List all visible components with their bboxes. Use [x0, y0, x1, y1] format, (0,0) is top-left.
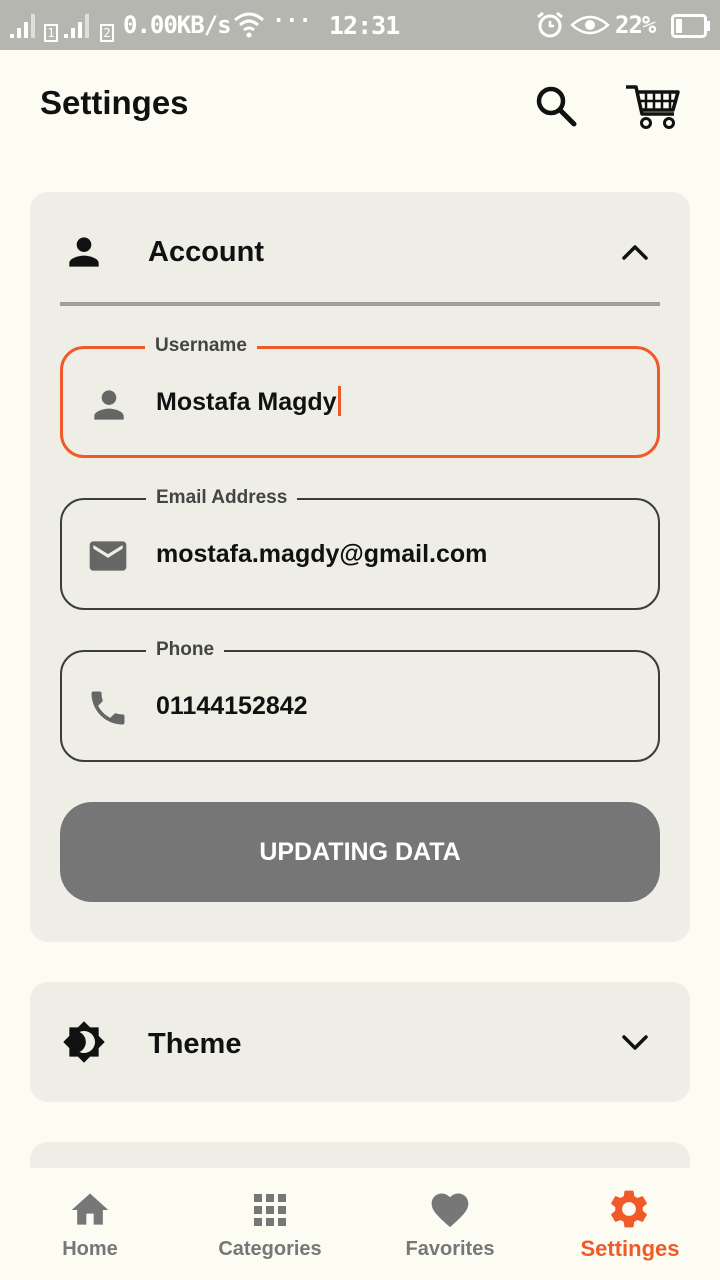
phone-icon: [86, 686, 130, 730]
person-icon: [62, 230, 106, 274]
clock: 12:31: [329, 11, 400, 40]
page-title: Settinges: [40, 84, 189, 121]
phone-field[interactable]: Phone 01144152842: [60, 638, 660, 762]
username-field[interactable]: Username Mostafa Magdy: [60, 334, 660, 458]
sim1-badge: 1: [44, 24, 58, 42]
divider: [60, 302, 660, 306]
nav-item-favorites[interactable]: Favorites: [360, 1168, 540, 1280]
nav-item-settings[interactable]: Settinges: [540, 1168, 720, 1280]
account-card: Account Username Mostafa Magdy Email Add…: [30, 192, 690, 942]
phone-input[interactable]: 01144152842: [156, 690, 308, 722]
chevron-down-icon[interactable]: [618, 1028, 652, 1056]
username-value: Mostafa Magdy: [156, 388, 337, 416]
network-speed: 0.00KB/s: [123, 11, 232, 39]
heart-icon: [428, 1188, 472, 1232]
email-input[interactable]: mostafa.magdy@gmail.com: [156, 538, 487, 570]
phone-label: Phone: [146, 638, 225, 662]
nav-item-categories[interactable]: Categories: [180, 1168, 360, 1280]
gear-icon: [606, 1186, 650, 1230]
theme-header[interactable]: Theme: [30, 982, 690, 1092]
more-dots: ···: [272, 9, 312, 34]
text-caret: [337, 386, 341, 417]
brightness-icon: [62, 1020, 106, 1064]
nav-label-favorites: Favorites: [405, 1238, 495, 1260]
search-icon[interactable]: [534, 84, 578, 128]
account-header[interactable]: Account: [30, 192, 690, 302]
alarm-icon: [536, 11, 564, 43]
wifi-icon: [233, 11, 265, 43]
battery-percent: 22%: [615, 11, 656, 39]
theme-title: Theme: [148, 1028, 242, 1060]
account-title: Account: [148, 236, 264, 268]
nav-label-categories: Categories: [218, 1238, 322, 1260]
sim2-badge: 2: [100, 24, 114, 42]
mail-icon: [86, 534, 130, 578]
battery-icon: [671, 14, 711, 42]
bottom-nav: Home Categories Favorites Settinges: [0, 1168, 720, 1280]
grid-icon: [248, 1188, 292, 1232]
nav-item-home[interactable]: Home: [0, 1168, 180, 1280]
username-input[interactable]: Mostafa Magdy: [156, 386, 341, 418]
person-icon: [87, 383, 131, 427]
cart-icon[interactable]: [624, 82, 682, 130]
eye-icon: [570, 13, 610, 41]
username-label: Username: [145, 334, 257, 358]
email-field[interactable]: Email Address mostafa.magdy@gmail.com: [60, 486, 660, 610]
theme-card: Theme: [30, 982, 690, 1102]
signal-icon: [10, 10, 44, 40]
signal-icon: [64, 10, 98, 40]
nav-label-home: Home: [62, 1238, 118, 1260]
nav-label-settings: Settinges: [580, 1236, 680, 1261]
home-icon: [68, 1188, 112, 1232]
status-bar: 1 2 0.00KB/s ··· 12:31 22%: [0, 0, 720, 50]
email-label: Email Address: [146, 486, 298, 510]
update-data-button[interactable]: UPDATING DATA: [60, 802, 660, 902]
chevron-up-icon[interactable]: [618, 238, 652, 266]
